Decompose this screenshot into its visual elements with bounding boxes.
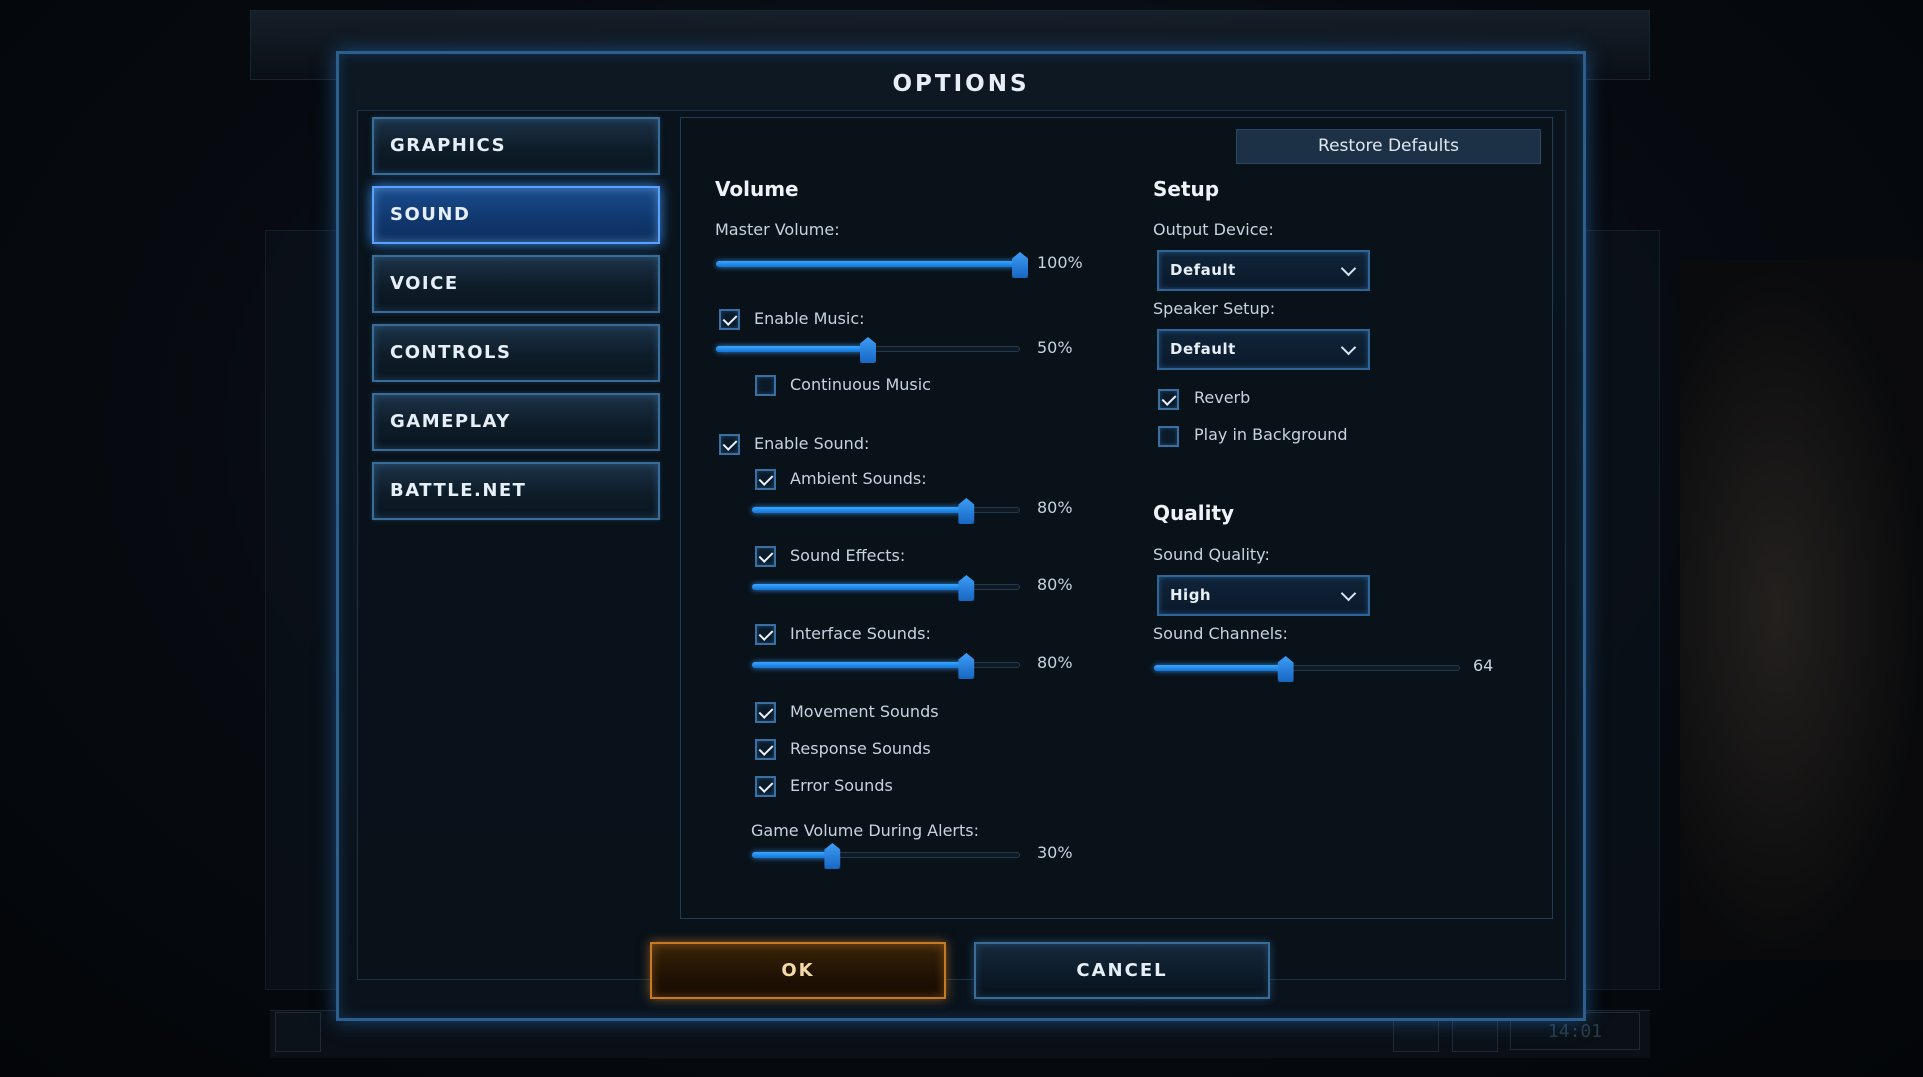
play-in-background-label: Play in Background — [1194, 425, 1348, 444]
nav-gameplay[interactable]: GAMEPLAY — [372, 393, 660, 451]
dialog-title: OPTIONS — [892, 71, 1030, 97]
reverb-checkbox[interactable] — [1158, 389, 1179, 410]
interface-sounds-label: Interface Sounds: — [790, 624, 931, 643]
continuous-music-label: Continuous Music — [790, 375, 931, 394]
continuous-music-checkbox[interactable] — [755, 375, 776, 396]
chevron-down-icon — [1340, 585, 1357, 602]
slider-fill — [716, 261, 1020, 267]
background-right-panel — [1580, 230, 1660, 990]
alerts-volume-value: 30% — [1037, 843, 1073, 862]
slider-fill — [752, 852, 833, 858]
quality-title: Quality — [1153, 501, 1235, 525]
ambient-sounds-label: Ambient Sounds: — [790, 469, 927, 488]
nav-sound[interactable]: SOUND — [372, 186, 660, 244]
slider-thumb[interactable] — [860, 337, 876, 363]
sound-effects-label: Sound Effects: — [790, 546, 906, 565]
chevron-down-icon — [1340, 260, 1357, 277]
speaker-setup-label: Speaker Setup: — [1153, 299, 1276, 318]
slider-fill — [752, 584, 967, 590]
sound-effects-checkbox[interactable] — [755, 546, 776, 567]
alerts-volume-label: Game Volume During Alerts: — [751, 821, 979, 840]
slider-thumb[interactable] — [958, 575, 975, 601]
alerts-volume-slider[interactable] — [752, 843, 1020, 869]
sound-channels-slider[interactable] — [1154, 656, 1460, 682]
play-in-background-checkbox[interactable] — [1158, 426, 1179, 447]
slider-thumb[interactable] — [824, 843, 841, 869]
slider-fill — [752, 662, 967, 668]
speaker-setup-value: Default — [1170, 340, 1236, 358]
enable-sound-label: Enable Sound: — [754, 434, 870, 453]
slider-thumb[interactable] — [958, 498, 975, 524]
nav-graphics[interactable]: GRAPHICS — [372, 117, 660, 175]
ambient-sounds-slider[interactable] — [752, 498, 1020, 524]
sound-channels-value: 64 — [1473, 656, 1494, 675]
sound-quality-dropdown[interactable]: High — [1157, 575, 1370, 616]
output-device-label: Output Device: — [1153, 220, 1274, 239]
sound-quality-value: High — [1170, 586, 1212, 604]
slider-thumb[interactable] — [958, 653, 975, 679]
nav-voice[interactable]: VOICE — [372, 255, 660, 313]
response-sounds-label: Response Sounds — [790, 739, 931, 758]
ambient-sounds-checkbox[interactable] — [755, 469, 776, 490]
slider-fill — [752, 507, 967, 513]
sound-quality-label: Sound Quality: — [1153, 545, 1270, 564]
speaker-setup-dropdown[interactable]: Default — [1157, 329, 1370, 370]
interface-sounds-slider[interactable] — [752, 653, 1020, 679]
restore-defaults-button[interactable]: Restore Defaults — [1236, 129, 1541, 164]
master-volume-slider[interactable] — [716, 252, 1028, 278]
slider-fill — [1154, 665, 1286, 671]
output-device-value: Default — [1170, 261, 1236, 279]
music-volume-slider[interactable] — [716, 337, 1020, 363]
ambient-sounds-value: 80% — [1037, 498, 1073, 517]
ok-button[interactable]: OK — [650, 942, 946, 999]
error-sounds-checkbox[interactable] — [755, 776, 776, 797]
reverb-label: Reverb — [1194, 388, 1251, 407]
slider-thumb[interactable] — [1277, 656, 1294, 682]
output-device-dropdown[interactable]: Default — [1157, 250, 1370, 291]
nav-controls[interactable]: CONTROLS — [372, 324, 660, 382]
master-volume-value: 100% — [1037, 253, 1083, 272]
movement-sounds-label: Movement Sounds — [790, 702, 939, 721]
master-volume-label: Master Volume: — [715, 220, 840, 239]
music-volume-value: 50% — [1037, 338, 1073, 357]
interface-sounds-value: 80% — [1037, 653, 1073, 672]
sound-channels-label: Sound Channels: — [1153, 624, 1288, 643]
slider-fill — [716, 346, 868, 352]
setup-title: Setup — [1153, 177, 1220, 201]
chevron-down-icon — [1340, 339, 1357, 356]
sound-effects-value: 80% — [1037, 575, 1073, 594]
enable-music-checkbox[interactable] — [719, 309, 740, 330]
enable-sound-checkbox[interactable] — [719, 434, 740, 455]
nav-battle-net[interactable]: BATTLE.NET — [372, 462, 660, 520]
error-sounds-label: Error Sounds — [790, 776, 893, 795]
interface-sounds-checkbox[interactable] — [755, 624, 776, 645]
volume-title: Volume — [715, 177, 799, 201]
background-monitor-icon — [275, 1012, 321, 1052]
sound-effects-slider[interactable] — [752, 575, 1020, 601]
enable-music-label: Enable Music: — [754, 309, 865, 328]
movement-sounds-checkbox[interactable] — [755, 702, 776, 723]
background-right-glow — [1680, 260, 1923, 960]
cancel-button[interactable]: CANCEL — [974, 942, 1270, 999]
response-sounds-checkbox[interactable] — [755, 739, 776, 760]
